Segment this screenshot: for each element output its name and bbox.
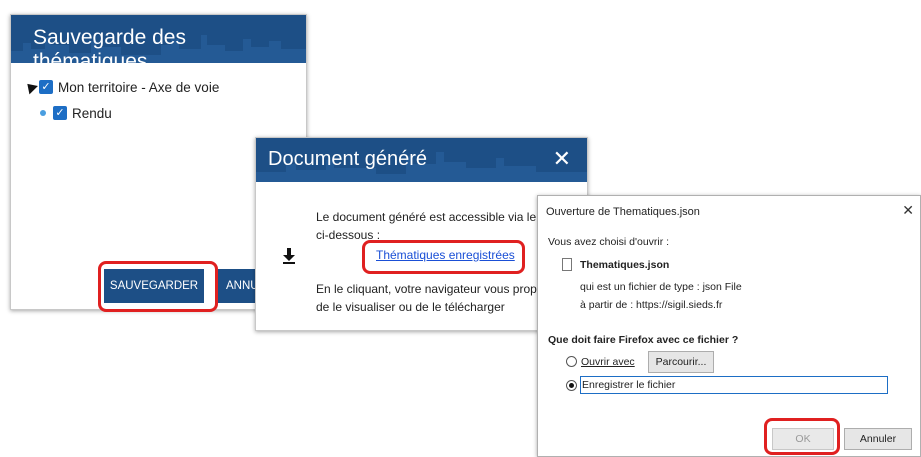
intro-text: Vous avez choisi d'ouvrir : (548, 236, 670, 248)
highlight-save-button (98, 261, 218, 312)
close-icon[interactable]: ✕ (553, 146, 571, 172)
tree-item-label: Rendu (72, 105, 112, 121)
firefox-dialog-title: Ouverture de Thematiques.json (546, 206, 700, 218)
document-dialog-header: Document généré ✕ (256, 138, 587, 182)
close-icon[interactable]: ✕ (902, 202, 914, 219)
question-text: Que doit faire Firefox avec ce fichier ? (548, 334, 739, 346)
checkbox-checked-icon[interactable]: ✓ (53, 106, 67, 120)
highlight-link (362, 240, 525, 274)
tree-item-rendu[interactable]: ✓ Rendu (26, 103, 219, 123)
file-name: Thematiques.json (580, 259, 670, 271)
save-file-radio[interactable] (566, 380, 577, 391)
file-icon (562, 258, 572, 271)
tree-item-label: Mon territoire - Axe de voie (58, 79, 220, 95)
cancel-button[interactable]: Annuler (844, 428, 912, 450)
browse-button[interactable]: Parcourir... (648, 351, 714, 373)
bullet-icon (40, 110, 46, 116)
file-type-text: qui est un fichier de type : json File (580, 281, 742, 293)
expand-triangle-icon[interactable] (23, 79, 38, 95)
save-dialog-title: Sauvegarde des thématiques (33, 26, 186, 63)
document-dialog-title: Document généré (268, 148, 427, 170)
checkbox-checked-icon[interactable]: ✓ (39, 80, 53, 94)
open-with-radio[interactable] (566, 356, 577, 367)
highlight-ok-button (764, 418, 840, 455)
file-source-text: à partir de : https://sigil.sieds.fr (580, 299, 723, 311)
save-dialog-header: Sauvegarde des thématiques (11, 15, 306, 63)
download-icon (283, 248, 295, 264)
tree-item-territoire[interactable]: ✓ Mon territoire - Axe de voie (23, 77, 220, 97)
open-with-label[interactable]: Ouvrir avec (581, 356, 635, 368)
theme-tree: ✓ Mon territoire - Axe de voie ✓ Rendu (23, 77, 220, 129)
save-file-label[interactable]: Enregistrer le fichier (580, 376, 888, 394)
firefox-open-dialog: Ouverture de Thematiques.json ✕ Vous ave… (537, 195, 921, 457)
